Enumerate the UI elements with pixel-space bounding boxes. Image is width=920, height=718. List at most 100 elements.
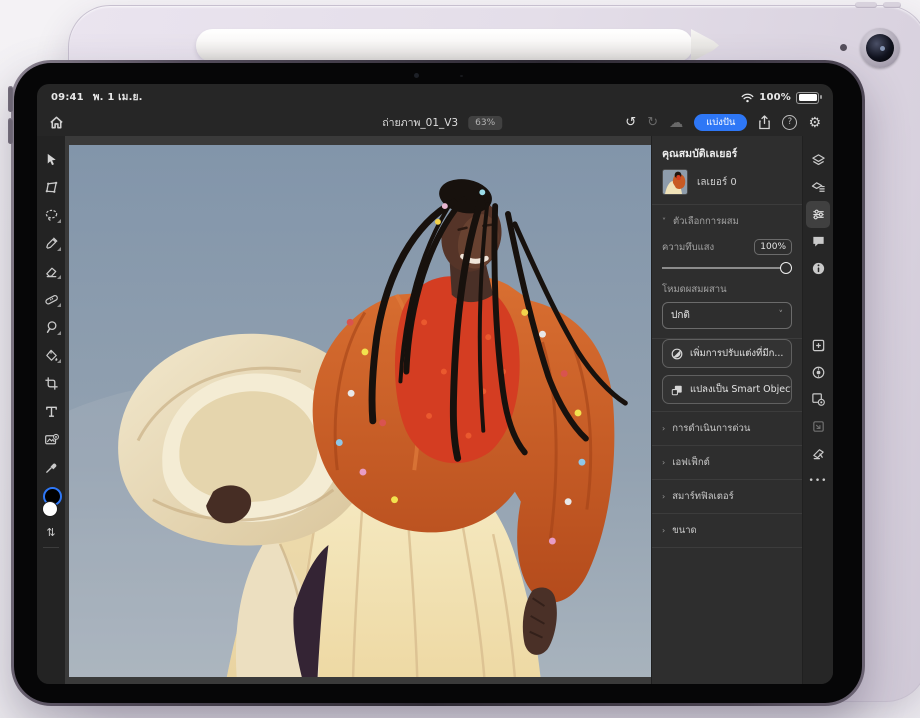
chevron-down-icon: ˅ (662, 218, 666, 226)
section-quick-actions[interactable]: › การดำเนินการด่วน (652, 412, 802, 445)
eyedropper-tool[interactable] (37, 453, 65, 481)
panel-title: คุณสมบัติเลเยอร์ (652, 136, 802, 169)
section-smart-filters[interactable]: › สมาร์ทฟิลเตอร์ (652, 480, 802, 513)
screen: 09:41 พ. 1 เม.ย. 100% (37, 84, 833, 684)
comments-icon[interactable] (806, 228, 830, 255)
opacity-slider[interactable] (662, 260, 792, 275)
settings-icon[interactable]: ⚙ (808, 116, 821, 130)
slider-knob[interactable] (780, 262, 792, 274)
add-adjustment-button[interactable]: เพิ่มการปรับแต่งที่มีก... (662, 339, 792, 368)
chevron-right-icon: › (662, 459, 665, 467)
convert-smart-object-button[interactable]: แปลงเป็น Smart Object (662, 375, 792, 404)
info-icon[interactable] (806, 255, 830, 282)
document-title: ถ่ายภาพ_01_V3 (382, 114, 458, 131)
background-color-swatch[interactable] (42, 501, 58, 517)
scene: 09:41 พ. 1 เม.ย. 100% (0, 0, 920, 718)
home-button[interactable] (49, 115, 64, 130)
type-tool[interactable] (37, 397, 65, 425)
fill-tool[interactable] (37, 341, 65, 369)
lasso-tool[interactable] (37, 201, 65, 229)
status-time: 09:41 (51, 92, 84, 103)
brush-tool[interactable] (37, 229, 65, 257)
zoom-level-badge[interactable]: 63% (468, 116, 502, 130)
blend-options-header[interactable]: ˅ ตัวเลือกการผสม (652, 205, 802, 238)
healing-brush-tool[interactable] (37, 285, 65, 313)
status-bar: 09:41 พ. 1 เม.ย. 100% (37, 84, 833, 109)
adjustments-icon[interactable] (806, 201, 830, 228)
flatten-icon[interactable] (806, 440, 830, 467)
blend-mode-dropdown[interactable]: ปกติ ˅ (662, 302, 792, 329)
crop-tool[interactable] (37, 369, 65, 397)
section-effects[interactable]: › เอฟเฟ็กต์ (652, 446, 802, 479)
layer-properties-icon[interactable] (806, 174, 830, 201)
layer-thumbnail (662, 169, 688, 195)
transform-tool[interactable] (37, 173, 65, 201)
color-swatches[interactable] (37, 485, 65, 523)
convert-smart-object-label: แปลงเป็น Smart Object (690, 382, 792, 397)
chevron-right-icon: › (662, 527, 665, 535)
help-icon[interactable]: ? (782, 115, 797, 130)
workspace: ⇅ (37, 136, 833, 684)
add-adjustment-label: เพิ่มการปรับแต่งที่มีก... (690, 346, 783, 361)
size-label: ขนาด (672, 523, 697, 538)
rear-camera (860, 28, 900, 68)
layer-visibility-icon[interactable] (806, 359, 830, 386)
apple-pencil (196, 29, 693, 62)
wifi-icon (741, 93, 754, 103)
add-layer-icon[interactable] (806, 332, 830, 359)
tool-bar: ⇅ (37, 136, 65, 684)
front-camera (414, 73, 419, 78)
canvas-area[interactable] (65, 136, 651, 684)
layer-name: เลเยอร์ 0 (697, 175, 737, 190)
chevron-right-icon: › (662, 425, 665, 433)
redo-icon[interactable]: ↻ (647, 116, 658, 129)
smart-object-icon (671, 384, 683, 396)
rear-mic-dot (840, 44, 847, 51)
section-size[interactable]: › ขนาด (652, 514, 802, 547)
smart-filters-label: สมาร์ทฟิลเตอร์ (672, 489, 734, 504)
opacity-block: ความทึบแสง 100% โหมดผสมผสาน ปกติ ˅ (652, 238, 802, 338)
app-header: ถ่ายภาพ_01_V3 63% ↺ ↻ ☁ แบ่งปัน ? ⚙ (37, 109, 833, 136)
front-sensor (460, 75, 463, 78)
adjustment-icon (671, 348, 683, 360)
battery-percent: 100% (759, 92, 791, 103)
top-button (883, 2, 901, 8)
blend-mode-value: ปกติ (671, 308, 690, 323)
dodge-burn-tool[interactable] (37, 313, 65, 341)
blend-mode-label: โหมดผสมผสาน (662, 282, 792, 297)
more-icon[interactable]: ••• (806, 467, 830, 494)
eraser-tool[interactable] (37, 257, 65, 285)
layer-properties-panel: คุณสมบัติเลเยอร์ (651, 136, 802, 684)
rear-camera-lens (866, 34, 894, 62)
front-ipad: 09:41 พ. 1 เม.ย. 100% (11, 60, 865, 706)
layers-icon[interactable] (806, 147, 830, 174)
opacity-value[interactable]: 100% (754, 239, 792, 255)
export-icon[interactable] (758, 115, 771, 130)
quick-actions-label: การดำเนินการด่วน (672, 421, 750, 436)
layer-mask-icon[interactable] (806, 386, 830, 413)
blend-options-label: ตัวเลือกการผสม (673, 214, 739, 229)
send-backward-icon[interactable] (806, 413, 830, 440)
share-button[interactable]: แบ่งปัน (694, 114, 747, 132)
swap-colors-icon[interactable]: ⇅ (46, 526, 55, 539)
move-tool[interactable] (37, 145, 65, 173)
document-photo[interactable] (69, 145, 651, 677)
undo-icon[interactable]: ↺ (625, 116, 636, 129)
battery-icon (796, 92, 819, 104)
volume-up-button (8, 86, 13, 112)
divider (652, 547, 802, 548)
toolbar-divider (43, 547, 59, 548)
lens-glint (880, 46, 885, 51)
cloud-sync-icon: ☁ (669, 116, 683, 130)
chevron-right-icon: › (662, 493, 665, 501)
bezel: 09:41 พ. 1 เม.ย. 100% (14, 63, 862, 703)
power-button (855, 2, 877, 8)
effects-label: เอฟเฟ็กต์ (672, 455, 710, 470)
opacity-label: ความทึบแสง (662, 240, 714, 255)
place-image-tool[interactable] (37, 425, 65, 453)
slider-track (662, 267, 786, 269)
volume-down-button (8, 118, 13, 144)
status-date: พ. 1 เม.ย. (93, 90, 143, 105)
layer-row[interactable]: เลเยอร์ 0 (652, 169, 802, 204)
right-icon-rail: ••• (802, 136, 833, 684)
